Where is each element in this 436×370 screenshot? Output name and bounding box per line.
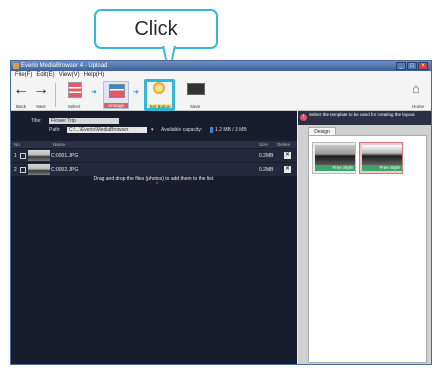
menu-bar: File(F) Edit(E) View(V) Help(H) [11, 71, 431, 79]
file-size: 0.2MB [259, 167, 274, 173]
app-window: Everio MediaBrowser 4 - Upload _ □ × Fil… [10, 60, 432, 365]
close-icon[interactable]: × [418, 62, 428, 70]
arrange-button[interactable]: Arrange [103, 81, 129, 109]
table-row[interactable]: 2 C:0002.JPG 0.2MB ✕ [11, 163, 297, 176]
photo-thumbnail [28, 150, 50, 161]
template-card[interactable]: Free Style [312, 142, 356, 174]
title-bar: Everio MediaBrowser 4 - Upload _ □ × [11, 61, 431, 71]
available-capacity-label: Available capacity: [161, 127, 203, 133]
select-icon [68, 82, 82, 98]
click-highlight [144, 79, 175, 111]
header-size: Size [259, 142, 268, 147]
select-button[interactable]: Select [63, 81, 85, 109]
menu-edit[interactable]: Edit(E) [36, 71, 54, 79]
toolbar-divider [55, 83, 56, 107]
info-icon: ! [300, 114, 307, 121]
home-label: Home [411, 104, 424, 109]
photo-thumbnail [28, 164, 50, 175]
template-label: Free Style [315, 165, 355, 171]
arrange-label: Arrange [104, 103, 128, 108]
save-label: Save [189, 104, 201, 109]
minimize-icon[interactable]: _ [396, 62, 406, 70]
delete-icon[interactable]: ✕ [284, 152, 291, 159]
back-label: Back [15, 104, 26, 109]
path-field[interactable]: C:\...\Everio\MediaBrowser [67, 127, 147, 133]
file-name: C:0001.JPG [51, 153, 79, 159]
select-label: Select [67, 104, 81, 109]
home-button[interactable]: ⌂ Home [409, 81, 427, 109]
title-field-label: Title: [31, 118, 42, 124]
next-arrow-icon: → [33, 81, 49, 98]
menu-file[interactable]: File(F) [15, 71, 32, 79]
file-name: C:0002.JPG [51, 167, 79, 173]
template-preview [362, 145, 402, 165]
template-gallery: Free Style Free Style [308, 135, 427, 363]
toolbar: ← Back → Next Select ➜ Arrange ➜ Set But… [11, 79, 431, 111]
click-callout: Click [94, 9, 218, 49]
template-instruction: Select the template to be used for creat… [309, 112, 416, 117]
template-panel: ! Select the template to be used for cre… [298, 111, 431, 364]
path-label: Path: [49, 127, 61, 133]
header-name: Name [53, 142, 66, 147]
table-row[interactable]: 1 C:0001.JPG 0.2MB ✕ [11, 149, 297, 162]
arrange-icon [109, 84, 125, 98]
row-number: 1 [14, 153, 17, 159]
capacity-indicator [210, 127, 213, 133]
available-capacity-value: 1.2 MB / 3 MB [215, 127, 247, 133]
list-header: No Name Size Delete [11, 141, 297, 148]
title-field[interactable]: Flower Trip [49, 118, 119, 124]
template-panel-header: ! Select the template to be used for cre… [298, 111, 431, 125]
maximize-icon[interactable]: □ [407, 62, 417, 70]
template-preview [315, 145, 355, 165]
next-label: Next [36, 104, 46, 109]
delete-icon[interactable]: ✕ [284, 166, 291, 173]
header-no: No [14, 142, 20, 147]
save-button[interactable]: Save [183, 81, 207, 109]
back-button[interactable]: ← Back [13, 81, 29, 109]
file-size: 0.2MB [259, 153, 274, 159]
hint-caret-icon: ⌃ [155, 182, 160, 188]
next-button[interactable]: → Next [33, 81, 49, 109]
menu-help[interactable]: Help(H) [84, 71, 105, 79]
step-arrow-icon: ➜ [133, 89, 139, 96]
window-title: Everio MediaBrowser 4 - Upload [21, 63, 108, 69]
row-checkbox[interactable] [20, 153, 26, 159]
menu-view[interactable]: View(V) [59, 71, 80, 79]
home-icon: ⌂ [412, 81, 420, 96]
row-number: 2 [14, 167, 17, 173]
template-card-selected[interactable]: Free Style [359, 142, 403, 174]
file-list-panel: Title: Flower Trip Path: C:\...\Everio\M… [11, 111, 297, 364]
path-dropdown-icon[interactable]: ▾ [151, 126, 154, 134]
row-checkbox[interactable] [20, 167, 26, 173]
drag-drop-hint: Drag and drop the files (photos) to add … [93, 176, 215, 182]
template-label: Free Style [362, 165, 402, 171]
save-icon [187, 83, 205, 95]
step-arrow-icon: ➜ [91, 89, 97, 96]
app-icon [13, 63, 19, 69]
back-arrow-icon: ← [13, 81, 29, 98]
header-delete: Delete [277, 142, 291, 147]
